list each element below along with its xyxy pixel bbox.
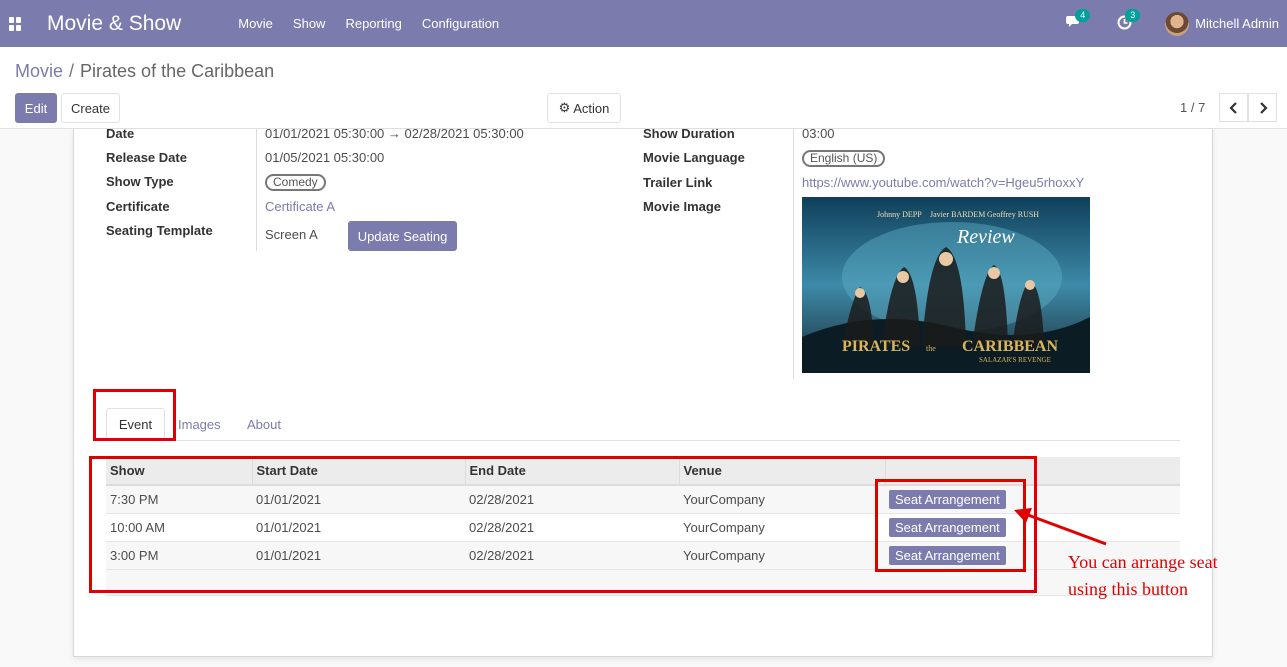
activities-badge: 3 (1125, 8, 1141, 22)
seat-arrangement-button[interactable]: Seat Arrangement (889, 545, 1006, 565)
seat-arrangement-button[interactable]: Seat Arrangement (889, 517, 1006, 537)
user-name[interactable]: Mitchell Admin (1195, 16, 1279, 31)
date-label: Date (106, 129, 135, 141)
main-menu: Movie Show Reporting Configuration (228, 16, 509, 31)
movie-language-tag[interactable]: English (US) (802, 150, 886, 167)
poster-title-line2: CARIBBEAN (962, 338, 1058, 355)
column-header-end-date[interactable]: End Date (465, 457, 680, 486)
column-header-actions (885, 457, 1180, 486)
date-value[interactable]: 01/01/2021 05:30:00 → 02/28/2021 05:30:0… (265, 129, 524, 141)
show-type-tag[interactable]: Comedy (265, 174, 326, 191)
column-header-venue[interactable]: Venue (679, 457, 886, 486)
breadcrumb: Movie / Pirates of the Caribbean (15, 61, 274, 82)
cell-start-date: 01/01/2021 (252, 485, 465, 514)
annotation-line-2: using this button (1068, 579, 1189, 599)
movie-image-label: Movie Image (643, 199, 722, 214)
movie-poster: Johnny DEPP Javier BARDEM Geoffrey RUSH … (802, 197, 1090, 373)
right-group-divider (793, 129, 794, 379)
cell-start-date: 01/01/2021 (252, 513, 465, 542)
release-date-value[interactable]: 01/05/2021 05:30:00 (265, 150, 384, 165)
menu-movie[interactable]: Movie (228, 16, 283, 31)
show-duration-value[interactable]: 03:00 (802, 129, 835, 141)
seat-arrangement-button[interactable]: Seat Arrangement (889, 489, 1006, 509)
column-header-show[interactable]: Show (106, 457, 253, 486)
show-type-label: Show Type (106, 174, 174, 189)
cell-venue: YourCompany (679, 485, 885, 514)
poster-cast-3: Geoffrey RUSH (987, 210, 1039, 219)
cell-show: 10:00 AM (106, 513, 252, 542)
top-navbar: Movie & Show Movie Show Reporting Config… (0, 0, 1287, 47)
certificate-label: Certificate (106, 199, 170, 214)
poster-cast-2: Javier BARDEM (930, 210, 985, 219)
pager-next-button[interactable] (1248, 93, 1277, 122)
chevron-left-icon (1228, 101, 1237, 114)
messages-icon[interactable]: 4 (1065, 8, 1091, 33)
tab-about[interactable]: About (247, 408, 281, 441)
trailer-link[interactable]: https://www.youtube.com/watch?v=Hgeu5rho… (802, 175, 1084, 190)
activities-icon[interactable]: 3 (1115, 8, 1141, 33)
seating-template-value[interactable]: Screen A (265, 227, 318, 242)
column-header-start-date[interactable]: Start Date (252, 457, 466, 486)
menu-configuration[interactable]: Configuration (412, 16, 509, 31)
pager-value[interactable]: 1 / 7 (1180, 100, 1205, 115)
poster-title-line1: PIRATES (842, 338, 910, 355)
annotation-line-1: You can arrange seat (1068, 552, 1218, 572)
user-avatar[interactable] (1165, 11, 1190, 36)
cell-venue: YourCompany (679, 513, 885, 542)
breadcrumb-current: Pirates of the Caribbean (80, 61, 275, 81)
cell-show: 3:00 PM (106, 541, 252, 570)
messages-badge: 4 (1075, 8, 1091, 22)
seating-template-label: Seating Template (106, 223, 213, 238)
form-sheet: Date 01/01/2021 05:30:00 → 02/28/2021 05… (73, 129, 1213, 657)
gear-icon: ⚙ (558, 100, 571, 115)
cell-venue: YourCompany (679, 541, 885, 570)
action-button[interactable]: ⚙ Action (547, 93, 621, 123)
cell-start-date: 01/01/2021 (252, 541, 465, 570)
show-duration-label: Show Duration (643, 129, 735, 141)
left-group-divider (256, 129, 257, 251)
poster-review-text: Review (956, 226, 1015, 248)
edit-button[interactable]: Edit (15, 93, 57, 123)
annotation-text: You can arrange seat using this button (1068, 549, 1268, 603)
tab-event[interactable]: Event (106, 408, 165, 441)
trailer-link-label: Trailer Link (643, 175, 713, 190)
app-brand[interactable]: Movie & Show (47, 12, 181, 36)
poster-title-the: the (926, 344, 936, 353)
annotation-arrow-icon (1014, 508, 1107, 546)
cell-end-date: 02/28/2021 (465, 485, 679, 514)
menu-show[interactable]: Show (283, 16, 336, 31)
tab-images[interactable]: Images (178, 408, 221, 441)
release-date-label: Release Date (106, 150, 187, 165)
update-seating-button[interactable]: Update Seating (348, 221, 457, 251)
cell-end-date: 02/28/2021 (465, 541, 679, 570)
cell-show: 7:30 PM (106, 485, 252, 514)
apps-menu-icon[interactable] (9, 16, 23, 31)
notebook-tabs: Event Images About (106, 408, 1180, 441)
pager-previous-button[interactable] (1219, 93, 1248, 122)
movie-poster-image[interactable]: Johnny DEPP Javier BARDEM Geoffrey RUSH … (802, 197, 1090, 373)
navbar-systray: 4 3 Mitchell Admin (1065, 0, 1287, 47)
breadcrumb-separator: / (69, 61, 75, 81)
breadcrumb-parent[interactable]: Movie (15, 61, 63, 81)
action-label: Action (573, 100, 610, 116)
table-footer (106, 569, 1180, 596)
chevron-right-icon (1259, 101, 1268, 114)
create-button[interactable]: Create (61, 93, 120, 123)
table-header-row: Show Start Date End Date Venue (106, 457, 1180, 486)
movie-language-label: Movie Language (643, 150, 745, 165)
control-panel: Movie / Pirates of the Caribbean Edit Crea… (0, 47, 1287, 129)
cell-end-date: 02/28/2021 (465, 513, 679, 542)
poster-cast-1: Johnny DEPP (877, 210, 922, 219)
certificate-link[interactable]: Certificate A (265, 199, 335, 214)
poster-subtitle: SALAZAR'S REVENGE (979, 356, 1051, 364)
menu-reporting[interactable]: Reporting (335, 16, 411, 31)
